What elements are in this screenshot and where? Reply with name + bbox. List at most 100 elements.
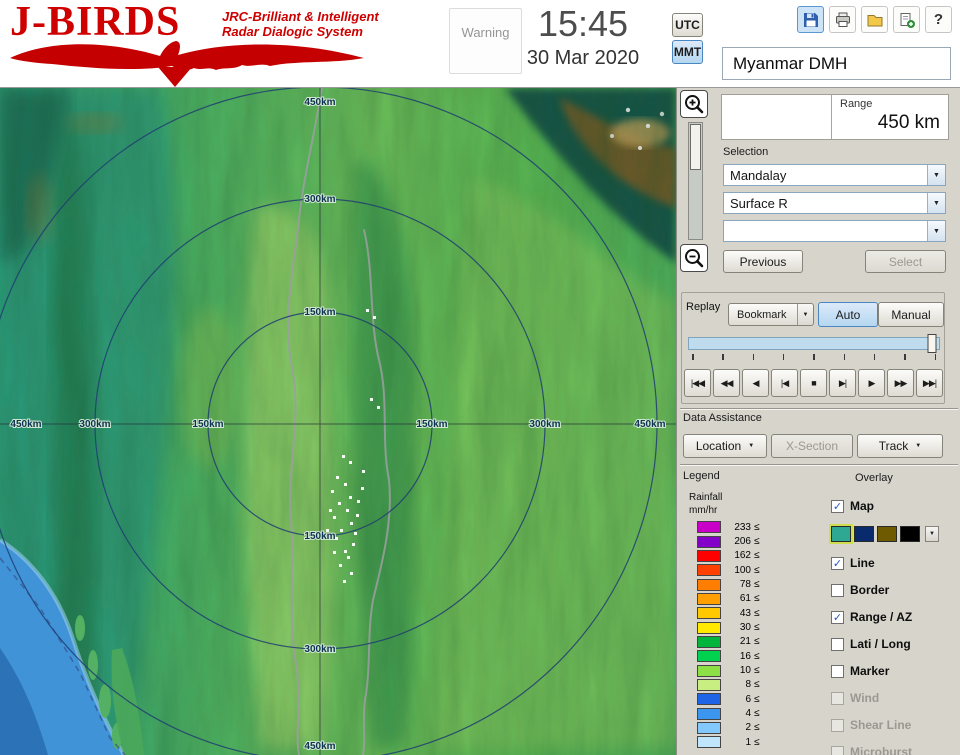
location-button[interactable]: Location ▼	[683, 434, 767, 458]
checkbox-marker[interactable]	[831, 664, 844, 678]
zoom-out-button[interactable]	[680, 244, 708, 272]
manual-button[interactable]: Manual	[878, 302, 944, 327]
track-button[interactable]: Track ▼	[857, 434, 943, 458]
map-color-swatch[interactable]	[877, 526, 897, 542]
legend-le-symbol: ≤	[754, 679, 760, 691]
checkbox-wind	[831, 691, 844, 705]
slider-ticks	[692, 354, 936, 361]
xsection-button[interactable]: X-Section	[771, 434, 853, 458]
main-area: 150km 150km 150km 150km 300km 300km 300km 300km…	[0, 88, 960, 755]
chevron-down-icon[interactable]: ▼	[927, 221, 945, 241]
radar-echo	[329, 509, 332, 512]
checkbox-map[interactable]: ✓	[831, 499, 844, 513]
zoom-scrollbar[interactable]	[687, 122, 703, 240]
slider-tick	[722, 354, 724, 360]
legend-value: 16	[739, 650, 751, 662]
legend-le-symbol: ≤	[754, 550, 760, 562]
legend-row: 8 ≤	[697, 678, 760, 692]
radar-echo	[356, 514, 359, 517]
radar-echo	[373, 316, 376, 319]
step-forward-button[interactable]: ▶|	[829, 369, 856, 397]
zoom-scrollbar-thumb[interactable]	[689, 124, 701, 170]
overlay-item-map: ✓ Map	[831, 496, 959, 516]
checkbox-border[interactable]	[831, 583, 844, 597]
map-color-dropdown-button[interactable]: ▼	[925, 526, 939, 542]
map-color-swatch[interactable]	[900, 526, 920, 542]
legend-value: 4	[745, 708, 751, 720]
site-dropdown-value: Mandalay	[730, 167, 787, 183]
overlay-item-shear-line: Shear Line	[831, 715, 959, 735]
folder-icon	[867, 14, 882, 26]
zoom-out-icon	[685, 249, 704, 268]
first-button[interactable]: |◀◀	[684, 369, 711, 397]
legend-le-symbol: ≤	[754, 579, 760, 591]
last-button[interactable]: ▶▶|	[916, 369, 943, 397]
legend-value: 43	[739, 607, 751, 619]
map-color-swatch[interactable]	[829, 524, 853, 544]
overlay-label: Shear Line	[850, 718, 912, 732]
legend-swatch	[697, 564, 721, 577]
radar-map-svg: 150km 150km 150km 150km 300km 300km 300km 300km…	[0, 88, 676, 755]
location-button-label: Location	[695, 439, 742, 453]
range-info: Range 450 km	[832, 95, 948, 139]
site-dropdown[interactable]: Mandalay ▼	[723, 164, 946, 186]
checkbox-shear-line	[831, 718, 844, 732]
checkbox-lati-long[interactable]	[831, 637, 844, 651]
help-button[interactable]: ?	[925, 6, 952, 33]
bookmark-button[interactable]: Bookmark ▼	[728, 303, 814, 326]
overlay-item-microburst: Microburst	[831, 742, 959, 755]
chevron-down-icon[interactable]: ▼	[927, 165, 945, 185]
overlay-item-border: Border	[831, 580, 959, 600]
radar-echo	[331, 490, 334, 493]
radar-echo	[335, 537, 338, 540]
radar-echo	[333, 551, 336, 554]
save-button[interactable]	[797, 6, 824, 33]
ring-label: 450km	[10, 419, 41, 430]
stop-button[interactable]: ■	[800, 369, 827, 397]
radar-echo	[336, 476, 339, 479]
auto-button[interactable]: Auto	[818, 302, 878, 327]
overlay-label: Lati / Long	[850, 637, 911, 651]
radar-echo	[350, 572, 353, 575]
slider-tick	[904, 354, 906, 360]
play-reverse-button[interactable]: ◀	[742, 369, 769, 397]
previous-button[interactable]: Previous	[723, 250, 803, 273]
slider-thumb[interactable]	[927, 334, 936, 353]
map-color-swatch[interactable]	[854, 526, 874, 542]
checkbox-range-az[interactable]: ✓	[831, 610, 844, 624]
step-back-button[interactable]: |◀	[771, 369, 798, 397]
legend-swatch	[697, 721, 721, 734]
utc-button[interactable]: UTC	[672, 13, 703, 37]
legend-le-symbol: ≤	[754, 593, 760, 605]
app-subtitle: JRC-Brilliant & Intelligent Radar Dialog…	[222, 9, 379, 39]
bookmark-label: Bookmark	[737, 308, 787, 321]
radar-map[interactable]: 150km 150km 150km 150km 300km 300km 300km 300km…	[0, 88, 676, 755]
fast-forward-button[interactable]: ▶▶	[887, 369, 914, 397]
overlay-item-lati-long: Lati / Long	[831, 634, 959, 654]
mmt-button[interactable]: MMT	[672, 40, 703, 64]
time-slider[interactable]	[688, 334, 940, 353]
print-button[interactable]	[829, 6, 856, 33]
playback-controls: |◀◀ ◀◀ ◀ |◀ ■ ▶| ▶ ▶▶ ▶▶|	[684, 369, 943, 397]
export-button[interactable]	[893, 6, 920, 33]
checkbox-line[interactable]: ✓	[831, 556, 844, 570]
warning-label: Warning	[461, 25, 510, 40]
radar-echo	[349, 461, 352, 464]
legend-le-symbol: ≤	[754, 665, 760, 677]
product-dropdown[interactable]: Surface R ▼	[723, 192, 946, 214]
overlay-label: Microburst	[850, 745, 913, 755]
legend-row: 78 ≤	[697, 577, 760, 591]
radar-echo	[340, 529, 343, 532]
select-button[interactable]: Select	[865, 250, 946, 273]
play-button[interactable]: ▶	[858, 369, 885, 397]
zoom-in-button[interactable]	[680, 90, 708, 118]
radar-echo	[349, 496, 352, 499]
fast-rewind-button[interactable]: ◀◀	[713, 369, 740, 397]
legend-row: 30 ≤	[697, 620, 760, 634]
open-button[interactable]	[861, 6, 888, 33]
chevron-down-icon[interactable]: ▼	[927, 193, 945, 213]
extra-dropdown[interactable]: ▼	[723, 220, 946, 242]
overlay-list: ✓ Map ▼ ✓ Line Border ✓ Range / AZ Lati / Long Ma…	[829, 488, 959, 755]
slider-tick	[813, 354, 815, 360]
legend-row: 2 ≤	[697, 721, 760, 735]
